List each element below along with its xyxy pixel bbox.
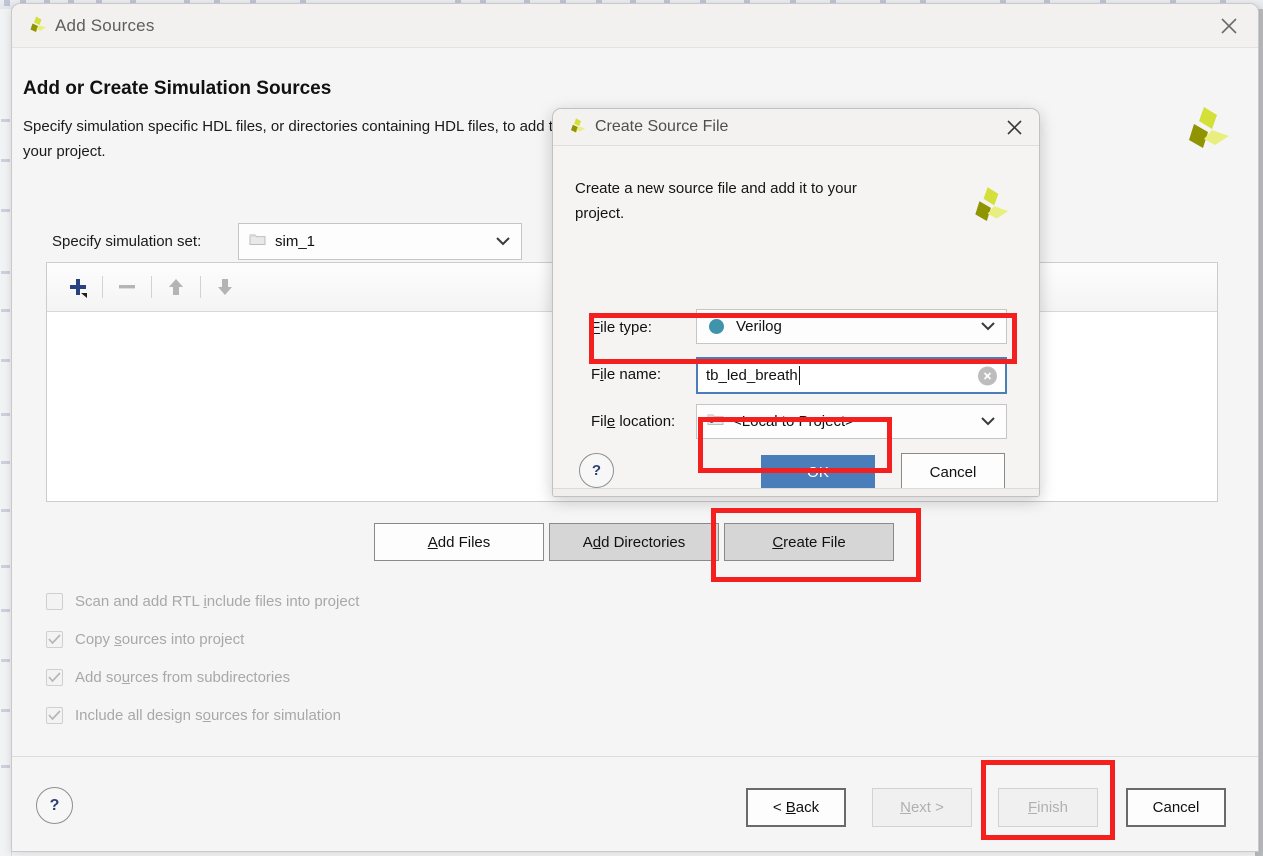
folder-icon bbox=[249, 232, 266, 251]
file-type-label: File type: bbox=[591, 319, 652, 336]
checkbox-include-design-sources[interactable]: Include all design sources for simulatio… bbox=[46, 707, 341, 724]
text-cursor bbox=[798, 366, 800, 385]
checkbox-add-subdirectories[interactable]: Add sources from subdirectories bbox=[46, 669, 290, 686]
file-location-label: File location: bbox=[591, 413, 676, 430]
vivado-logo-icon bbox=[25, 15, 47, 37]
footer-divider bbox=[12, 756, 1258, 757]
finish-label: Finish bbox=[1027, 799, 1069, 816]
file-type-value: Verilog bbox=[736, 318, 782, 335]
checkbox-copy-sources[interactable]: Copy sources into project bbox=[46, 631, 244, 648]
file-location-value: <Local to Project> bbox=[733, 413, 854, 430]
add-files-label: Add Files bbox=[427, 533, 491, 551]
file-name-input[interactable]: tb_led_breath bbox=[696, 357, 1007, 394]
next-button[interactable]: Next > bbox=[872, 788, 972, 827]
create-source-file-description: Create a new source file and add it to y… bbox=[575, 176, 905, 226]
cancel-label: Cancel bbox=[1152, 799, 1200, 816]
arrow-up-icon[interactable] bbox=[159, 270, 193, 304]
vivado-logo-icon bbox=[963, 184, 1009, 235]
close-icon[interactable] bbox=[1001, 115, 1027, 140]
cancel-button[interactable]: Cancel bbox=[901, 453, 1005, 491]
toolbar-divider bbox=[151, 276, 152, 298]
help-label: ? bbox=[591, 462, 602, 479]
add-sources-titlebar: Add Sources bbox=[12, 4, 1258, 48]
toolbar-divider bbox=[102, 276, 103, 298]
file-name-label: File name: bbox=[591, 366, 662, 383]
create-source-file-titlebar: Create Source File bbox=[553, 109, 1039, 146]
help-icon[interactable]: ? bbox=[36, 787, 73, 824]
checkbox-label: Scan and add RTL include files into proj… bbox=[75, 593, 360, 610]
create-file-label: Create File bbox=[772, 533, 846, 551]
arrow-down-icon[interactable] bbox=[208, 270, 242, 304]
checkbox-label: Add sources from subdirectories bbox=[75, 669, 291, 686]
page-description-line2: your project. bbox=[23, 143, 106, 160]
create-source-file-title: Create Source File bbox=[595, 118, 729, 135]
chevron-down-icon bbox=[495, 233, 511, 251]
vivado-logo-icon bbox=[566, 117, 586, 137]
create-source-file-dialog: Create Source File Create a new source f… bbox=[552, 108, 1040, 497]
ok-label: OK bbox=[807, 463, 829, 481]
chevron-down-icon bbox=[980, 413, 996, 431]
file-type-select[interactable]: Verilog bbox=[696, 309, 1007, 344]
ok-button[interactable]: OK bbox=[761, 455, 875, 489]
next-label: Next > bbox=[900, 799, 944, 816]
finish-button[interactable]: Finish bbox=[998, 788, 1098, 827]
back-button[interactable]: < Back bbox=[746, 788, 846, 827]
page-title: Add or Create Simulation Sources bbox=[23, 78, 332, 99]
checkbox-box bbox=[46, 593, 63, 610]
chevron-down-icon bbox=[980, 318, 996, 336]
folder-icon bbox=[707, 412, 724, 431]
clear-circle-icon[interactable] bbox=[978, 366, 997, 385]
checkbox-box bbox=[46, 707, 63, 724]
back-label: < Back bbox=[772, 799, 820, 816]
help-label: ? bbox=[49, 796, 60, 814]
simulation-set-select[interactable]: sim_1 bbox=[238, 223, 522, 260]
file-location-select[interactable]: <Local to Project> bbox=[696, 404, 1007, 439]
checkbox-label: Copy sources into project bbox=[75, 631, 245, 648]
toolbar-divider bbox=[200, 276, 201, 298]
create-file-button[interactable]: Create File bbox=[724, 523, 894, 561]
add-sources-title: Add Sources bbox=[55, 15, 155, 35]
plus-icon[interactable] bbox=[61, 270, 95, 304]
simulation-set-value: sim_1 bbox=[275, 233, 316, 250]
cancel-button[interactable]: Cancel bbox=[1126, 788, 1226, 827]
create-source-file-body: Create a new source file and add it to y… bbox=[553, 146, 1039, 496]
simulation-set-label: Specify simulation set: bbox=[52, 233, 202, 250]
description-line1: Create a new source file and add it to y… bbox=[575, 180, 857, 197]
description-line2: project. bbox=[575, 205, 625, 222]
add-directories-button[interactable]: Add Directories bbox=[549, 523, 719, 561]
checkbox-scan-rtl-include[interactable]: Scan and add RTL include files into proj… bbox=[46, 593, 359, 610]
minus-icon[interactable] bbox=[110, 270, 144, 304]
checkbox-label: Include all design sources for simulatio… bbox=[75, 707, 341, 724]
help-icon[interactable]: ? bbox=[579, 453, 614, 488]
add-directories-label: Add Directories bbox=[582, 533, 686, 551]
vivado-logo-icon bbox=[1174, 103, 1230, 164]
cancel-label: Cancel bbox=[929, 463, 977, 481]
checkbox-box bbox=[46, 669, 63, 686]
dialog-bottom-bar bbox=[553, 488, 1039, 496]
close-icon[interactable] bbox=[1214, 12, 1244, 40]
file-name-value: tb_led_breath bbox=[706, 367, 798, 384]
checkbox-box bbox=[46, 631, 63, 648]
add-files-button[interactable]: Add Files bbox=[374, 523, 544, 561]
file-type-bullet-icon bbox=[709, 319, 724, 334]
